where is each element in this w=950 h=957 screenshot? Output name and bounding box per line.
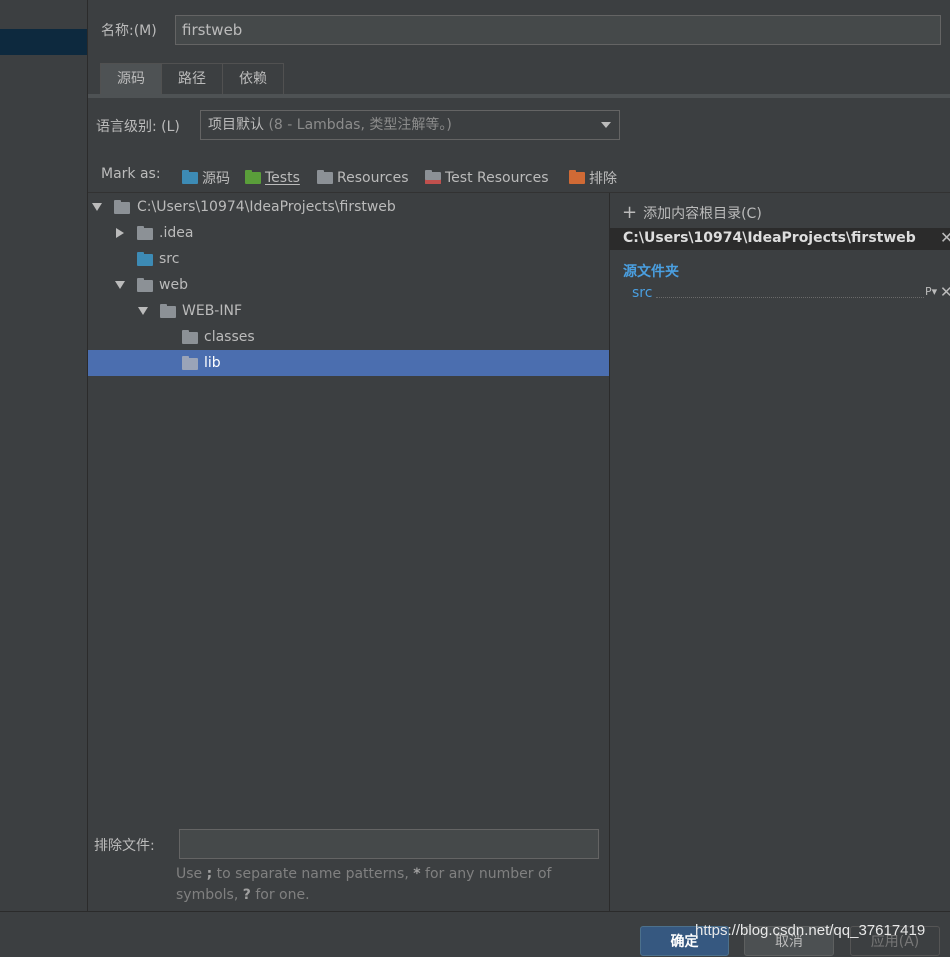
- remove-content-root-icon[interactable]: ✕: [940, 228, 950, 247]
- mark-excluded-label: 排除: [589, 171, 617, 187]
- language-level-value: 项目默认: [208, 117, 264, 133]
- mark-resources-label: Resources: [337, 170, 409, 186]
- tree-row-label: lib: [204, 355, 221, 371]
- content-root-panel: [610, 193, 950, 912]
- tab-bar: 源码 路径 依赖: [100, 63, 284, 94]
- folder-icon: [137, 226, 153, 240]
- folder-icon: [114, 200, 130, 214]
- settings-left-panel: [0, 0, 88, 912]
- folder-icon: [160, 304, 176, 318]
- mark-tests-label: Tests: [265, 170, 300, 186]
- expand-arrow-icon[interactable]: [115, 281, 125, 289]
- tab-underline: [88, 94, 950, 98]
- tree-row-src[interactable]: src: [88, 246, 609, 272]
- content-root-tree[interactable]: C:\Users\10974\IdeaProjects\firstweb .id…: [88, 193, 610, 912]
- source-folder-icon: [182, 170, 198, 184]
- mark-resources-button[interactable]: Resources: [317, 168, 409, 188]
- test-folder-icon: [245, 170, 261, 184]
- exclude-files-hint: Use ; to separate name patterns, * for a…: [176, 866, 552, 903]
- watermark: https://blog.csdn.net/qq_37617419: [695, 922, 926, 939]
- exclude-files-input[interactable]: [179, 829, 599, 859]
- package-prefix-icon[interactable]: P▾: [925, 285, 937, 298]
- source-folder-entry[interactable]: src: [632, 285, 652, 301]
- exclude-files-label: 排除文件:: [94, 838, 155, 854]
- excluded-folder-icon: [569, 170, 585, 184]
- tree-row-web[interactable]: web: [88, 272, 609, 298]
- tree-row-label: C:\Users\10974\IdeaProjects\firstweb: [137, 199, 396, 215]
- chevron-down-icon: [601, 122, 611, 128]
- tree-row-label: classes: [204, 329, 255, 345]
- add-content-root-button[interactable]: + 添加内容根目录(C): [622, 203, 762, 223]
- folder-icon: [137, 278, 153, 292]
- name-label: 名称:(M): [101, 23, 157, 39]
- language-level-detail: (8 - Lambdas, 类型注解等。): [268, 117, 452, 133]
- tree-row-web-inf[interactable]: WEB-INF: [88, 298, 609, 324]
- mark-as-label: Mark as:: [101, 166, 161, 182]
- remove-source-folder-icon[interactable]: ✕: [940, 283, 950, 301]
- plus-icon: +: [622, 202, 638, 223]
- tree-row-label: web: [159, 277, 188, 293]
- mark-test-resources-label: Test Resources: [445, 170, 549, 186]
- mark-sources-button[interactable]: 源码: [182, 168, 230, 188]
- source-folders-title: 源文件夹: [623, 264, 679, 280]
- mark-sources-label: 源码: [202, 171, 230, 187]
- tree-row-lib[interactable]: lib: [88, 350, 609, 376]
- test-resources-folder-icon: [425, 170, 441, 184]
- tree-row-root[interactable]: C:\Users\10974\IdeaProjects\firstweb: [88, 194, 609, 220]
- folder-icon: [182, 356, 198, 370]
- dotted-leader: [656, 297, 924, 298]
- tree-row-idea[interactable]: .idea: [88, 220, 609, 246]
- language-level-select[interactable]: 项目默认 (8 - Lambdas, 类型注解等。): [200, 110, 620, 140]
- mark-test-resources-button[interactable]: Test Resources: [425, 168, 549, 188]
- tab-sources[interactable]: 源码: [100, 63, 162, 94]
- mark-tests-button[interactable]: Tests: [245, 168, 300, 188]
- tab-paths[interactable]: 路径: [161, 63, 223, 94]
- language-level-label: 语言级别: (L): [96, 119, 180, 135]
- tree-row-label: src: [159, 251, 180, 267]
- left-panel-selected-item[interactable]: [0, 29, 87, 55]
- folder-icon: [182, 330, 198, 344]
- expand-arrow-icon[interactable]: [138, 307, 148, 315]
- resources-folder-icon: [317, 170, 333, 184]
- collapse-arrow-icon[interactable]: [116, 228, 124, 238]
- tab-dependencies[interactable]: 依赖: [222, 63, 284, 94]
- tree-row-label: .idea: [159, 225, 194, 241]
- name-input[interactable]: [175, 15, 941, 45]
- source-folder-icon: [137, 252, 153, 266]
- tree-row-classes[interactable]: classes: [88, 324, 609, 350]
- tree-row-label: WEB-INF: [182, 303, 242, 319]
- expand-arrow-icon[interactable]: [92, 203, 102, 211]
- add-content-root-label: 添加内容根目录(C): [643, 206, 762, 222]
- content-root-path: C:\Users\10974\IdeaProjects\firstweb: [623, 230, 916, 246]
- mark-excluded-button[interactable]: 排除: [569, 168, 617, 188]
